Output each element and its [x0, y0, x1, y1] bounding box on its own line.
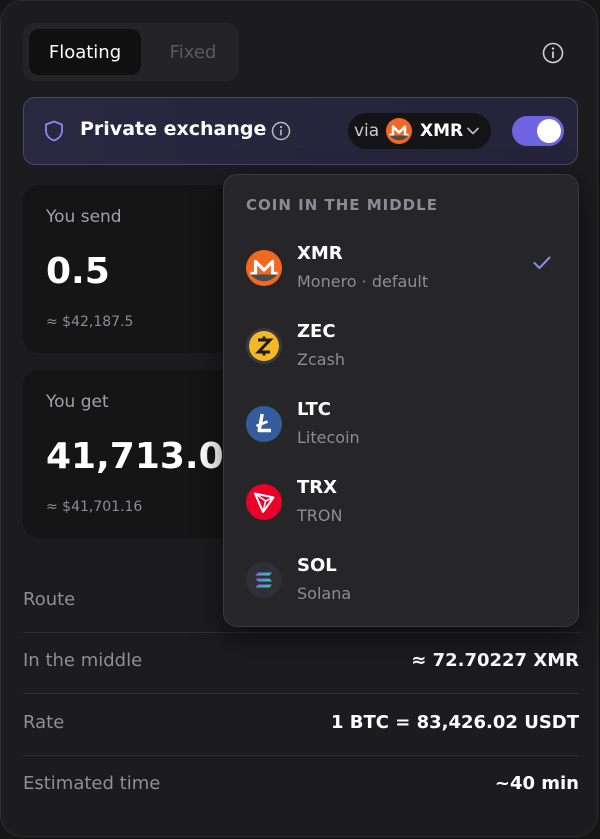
coin-name: Monero · default	[297, 272, 429, 291]
private-exchange-title: Private exchange	[80, 118, 267, 140]
receive-label: You get	[46, 392, 109, 412]
in-the-middle-value: ≈ 72.70227 XMR	[411, 650, 579, 671]
coin-symbol: ZEC	[297, 321, 336, 342]
coin-name: Litecoin	[297, 428, 360, 447]
zcash-icon	[246, 328, 282, 364]
in-the-middle-row: In the middle ≈ 72.70227 XMR	[23, 632, 579, 694]
coin-option-xmr[interactable]: XMR Monero · default	[224, 237, 578, 315]
coin-option-trx[interactable]: TRX TRON	[224, 471, 578, 549]
check-icon	[533, 256, 551, 269]
send-label: You send	[46, 207, 122, 227]
via-coin-symbol: XMR	[420, 121, 464, 141]
chevron-down-icon	[467, 127, 479, 135]
receive-amount: 41,713.01	[46, 436, 249, 477]
exchange-card: Floating Fixed Private exchange via XMR	[0, 0, 598, 837]
private-exchange-toggle[interactable]	[512, 116, 564, 146]
receive-usd-value: ≈ $41,701.16	[46, 499, 143, 515]
send-usd-value: ≈ $42,187.5	[46, 314, 134, 330]
coin-name: TRON	[297, 506, 343, 525]
coin-dropdown: COIN IN THE MIDDLE XMR Monero · default …	[223, 174, 579, 627]
info-icon[interactable]	[542, 42, 564, 64]
info-icon[interactable]	[271, 121, 291, 141]
send-panel: You send 0.5 ≈ $42,187.5	[23, 185, 248, 353]
coin-symbol: LTC	[297, 399, 331, 420]
route-label: Route	[23, 589, 76, 610]
coin-name: Zcash	[297, 350, 346, 369]
toggle-knob	[537, 119, 561, 143]
receive-panel: You get 41,713.01 ≈ $41,701.16	[23, 370, 249, 538]
rate-type-switch: Floating Fixed	[23, 23, 239, 81]
estimated-time-label: Estimated time	[23, 773, 161, 794]
fixed-tab[interactable]: Fixed	[137, 29, 249, 75]
coin-symbol: SOL	[297, 555, 337, 576]
coin-name: Solana	[297, 584, 352, 603]
estimated-time-row: Estimated time ~40 min	[23, 755, 579, 816]
solana-icon	[246, 562, 282, 598]
coin-option-ltc[interactable]: LTC Litecoin	[224, 393, 578, 471]
via-label: via	[354, 121, 380, 141]
rate-value: 1 BTC = 83,426.02 USDT	[330, 712, 579, 733]
tron-icon	[246, 484, 282, 520]
coin-option-zec[interactable]: ZEC Zcash	[224, 315, 578, 393]
estimated-time-value: ~40 min	[494, 773, 579, 794]
shield-icon	[45, 120, 63, 142]
floating-tab[interactable]: Floating	[29, 29, 141, 75]
rate-row: Rate 1 BTC = 83,426.02 USDT	[23, 694, 579, 756]
coin-symbol: XMR	[297, 243, 343, 264]
private-exchange-panel: Private exchange via XMR	[23, 97, 578, 165]
coin-option-sol[interactable]: SOL Solana	[224, 549, 578, 627]
monero-icon	[386, 118, 412, 144]
coin-symbol: TRX	[297, 477, 338, 498]
monero-icon	[246, 250, 282, 286]
dropdown-header: COIN IN THE MIDDLE	[246, 196, 438, 214]
litecoin-icon	[246, 406, 282, 442]
rate-label: Rate	[23, 712, 65, 733]
send-amount[interactable]: 0.5	[46, 251, 110, 292]
via-coin-selector[interactable]: via XMR	[348, 113, 491, 149]
in-the-middle-label: In the middle	[23, 650, 143, 671]
